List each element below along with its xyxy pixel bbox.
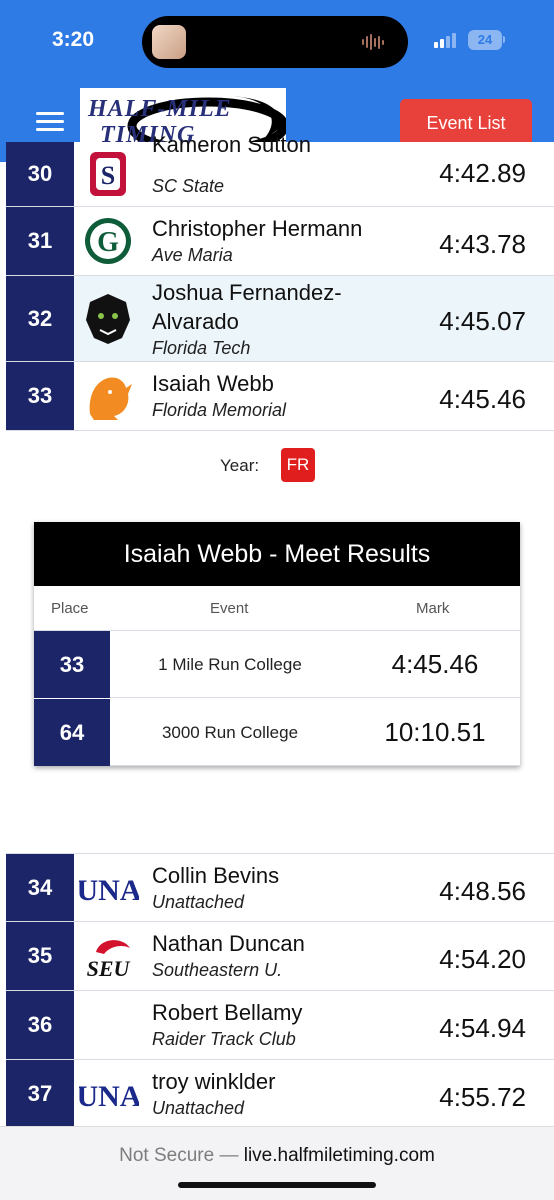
year-badge: FR — [281, 448, 315, 482]
place-cell: 37 — [6, 1060, 74, 1128]
column-event: Event — [210, 600, 249, 617]
meet-result-row[interactable]: 64 3000 Run College 10:10.51 — [34, 699, 520, 766]
browser-address-bar[interactable]: Not Secure — live.halfmiletiming.com — [0, 1126, 554, 1200]
team-name: Southeastern U. — [152, 960, 283, 980]
svg-text:UNA: UNA — [79, 874, 139, 907]
svg-text:SEU: SEU — [87, 956, 131, 981]
meet-place-cell: 64 — [34, 699, 110, 766]
team-name: Raider Track Club — [152, 1029, 296, 1049]
place-cell: 31 — [6, 207, 74, 275]
una-logo-icon: UNA — [78, 860, 140, 916]
result-row[interactable]: 34 UNA Collin Bevins Unattached 4:48.56 — [6, 853, 554, 922]
not-secure-label: Not Secure — — [119, 1145, 239, 1166]
athlete-name: Kameron Sutton — [152, 132, 311, 157]
home-indicator[interactable] — [178, 1182, 376, 1188]
florida-memorial-lion-logo-icon — [80, 368, 136, 424]
place-cell: 34 — [6, 854, 74, 921]
meet-results-title: Isaiah Webb - Meet Results — [34, 522, 520, 586]
year-label: Year: — [220, 456, 260, 475]
status-time: 3:20 — [52, 28, 95, 51]
seu-logo-icon: SEU — [80, 930, 140, 986]
mark: 4:55.72 — [439, 1082, 526, 1112]
sc-state-logo-icon: S — [80, 146, 136, 202]
result-row[interactable]: 31 G Christopher Hermann Ave Maria 4:43.… — [6, 207, 554, 276]
place-cell: 33 — [6, 362, 74, 430]
place-cell: 35 — [6, 922, 74, 990]
place-cell: 30 — [6, 142, 74, 206]
athlete-name-line2: Alvarado — [152, 309, 239, 334]
place-cell: 32 — [6, 276, 74, 361]
team-name: Unattached — [152, 1098, 245, 1118]
place-cell: 36 — [6, 991, 74, 1059]
athlete-name: Collin Bevins — [152, 863, 280, 888]
athlete-name: Isaiah Webb — [152, 371, 274, 396]
battery-icon: 24 — [468, 30, 502, 50]
menu-icon[interactable] — [36, 112, 64, 132]
meet-results-header: Place Event Mark — [34, 586, 520, 631]
athlete-name: troy winklder — [152, 1069, 276, 1094]
result-row[interactable]: 37 UNA troy winklder Unattached 4:55.72 — [6, 1060, 554, 1129]
athlete-name: Nathan Duncan — [152, 931, 305, 956]
mark: 4:45.46 — [439, 384, 526, 414]
athlete-name: Christopher Hermann — [152, 216, 363, 241]
url-label: live.halfmiletiming.com — [243, 1145, 435, 1166]
ave-maria-logo-icon: G — [80, 213, 136, 269]
svg-text:UNA: UNA — [79, 1080, 139, 1113]
florida-tech-panther-logo-icon — [80, 290, 136, 346]
team-name: SC State — [152, 176, 225, 196]
svg-text:S: S — [101, 161, 115, 190]
meet-place-cell: 33 — [34, 631, 110, 698]
team-name: Florida Tech — [152, 338, 251, 358]
result-row[interactable]: 32 Joshua Fernandez- Alvarado Florida Te… — [6, 276, 554, 362]
meet-mark-cell: 4:45.46 — [391, 649, 479, 679]
result-row[interactable]: 30 S Kameron Sutton SC State 4:42.89 — [6, 132, 554, 207]
result-row[interactable]: 36 Robert Bellamy Raider Track Club 4:54… — [6, 991, 554, 1060]
column-place: Place — [51, 600, 89, 617]
meet-mark-cell: 10:10.51 — [384, 717, 486, 747]
column-mark: Mark — [416, 600, 450, 617]
mark: 4:43.78 — [439, 229, 526, 259]
mark: 4:48.56 — [439, 876, 526, 906]
cellular-signal-icon — [434, 32, 456, 48]
meet-event-cell: 1 Mile Run College — [158, 654, 302, 674]
meet-event-cell: 3000 Run College — [161, 722, 299, 742]
battery-cap — [503, 36, 505, 43]
team-name: Florida Memorial — [152, 400, 287, 420]
team-name: Unattached — [152, 892, 245, 912]
logo-text-top: HALF-MILE — [88, 96, 232, 122]
athlete-name: Robert Bellamy — [152, 1000, 303, 1025]
mark: 4:54.20 — [439, 944, 526, 974]
now-playing-artwork — [152, 25, 186, 59]
svg-text:G: G — [97, 227, 119, 258]
mark: 4:42.89 — [439, 158, 526, 188]
mark: 4:45.07 — [439, 306, 526, 336]
team-name: Ave Maria — [152, 245, 233, 265]
athlete-name-line1: Joshua Fernandez- — [152, 280, 342, 305]
event-list-button[interactable]: Event List — [400, 99, 532, 148]
meet-result-row[interactable]: 33 1 Mile Run College 4:45.46 — [34, 631, 520, 698]
result-row[interactable]: 35 SEU Nathan Duncan Southeastern U. 4:5… — [6, 922, 554, 991]
mark: 4:54.94 — [439, 1013, 526, 1043]
una-logo-icon: UNA — [78, 1066, 140, 1122]
audio-wave-icon — [362, 34, 386, 50]
dynamic-island[interactable] — [142, 16, 408, 68]
address-text[interactable]: Not Secure — live.halfmiletiming.com — [0, 1145, 554, 1167]
meet-results-card: Isaiah Webb - Meet Results Place Event M… — [34, 522, 520, 766]
result-row-selected[interactable]: 33 Isaiah Webb Florida Memorial 4:45.46 — [6, 362, 554, 431]
